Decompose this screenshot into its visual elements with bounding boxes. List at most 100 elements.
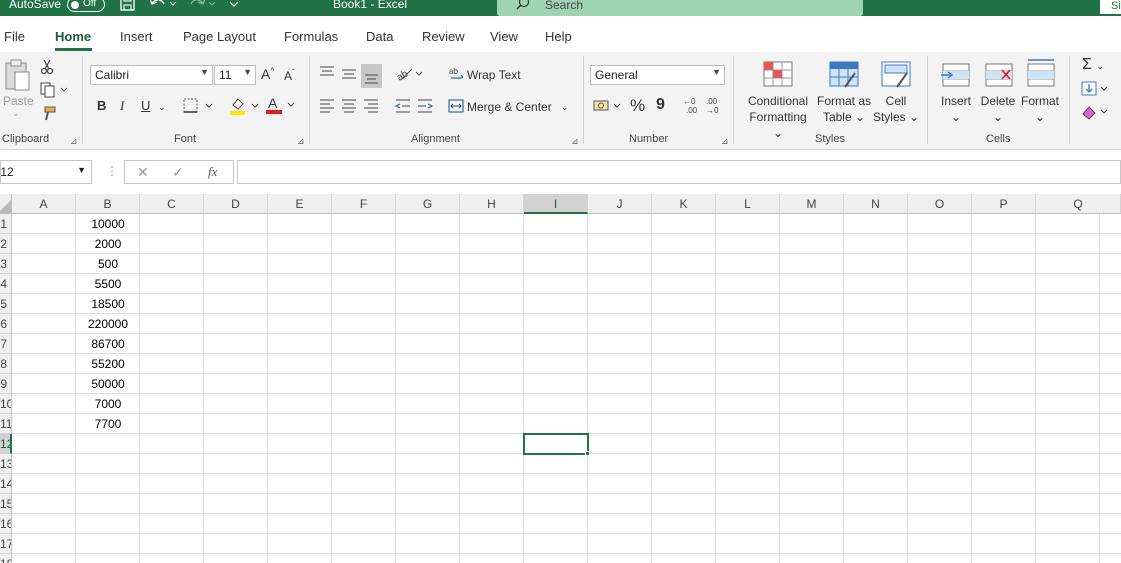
tab-home[interactable]: Home [55,29,91,44]
accounting-format-icon[interactable] [593,98,623,117]
row-header-18[interactable]: 18 [0,554,12,563]
indent-icon[interactable] [394,98,436,117]
clipboard-launcher-icon[interactable]: ⊿ [70,136,78,147]
tab-data[interactable]: Data [366,29,393,44]
column-header-e[interactable]: E [268,194,332,214]
row-header-8[interactable]: 8 [0,354,12,374]
row-header-15[interactable]: 15 [0,494,12,514]
search-box[interactable]: Search [497,0,863,16]
column-header-c[interactable]: C [140,194,204,214]
format-cells-button[interactable]: Format ⌄ [1018,93,1062,125]
cell-b6[interactable]: 220000 [76,314,140,334]
column-header-h[interactable]: H [460,194,524,214]
cell-b2[interactable]: 2000 [76,234,140,254]
cell-b1[interactable]: 10000 [76,214,140,234]
insert-cells-button[interactable]: Insert ⌄ [935,93,977,125]
enter-icon[interactable]: ✓ [172,164,184,181]
cell-b8[interactable]: 55200 [76,354,140,374]
row-header-7[interactable]: 7 [0,334,12,354]
insert-function-icon[interactable]: fx [208,164,217,180]
delete-cells-button[interactable]: Delete ⌄ [978,93,1018,125]
row-header-13[interactable]: 13 [0,454,12,474]
row-header-2[interactable]: 2 [0,234,12,254]
alignment-launcher-icon[interactable]: ⊿ [571,136,579,147]
cell-b10[interactable]: 7000 [76,394,140,414]
tab-review[interactable]: Review [422,29,465,44]
formula-bar-resize-handle[interactable]: ⋮ [106,164,118,178]
tab-help[interactable]: Help [545,29,572,44]
row-header-14[interactable]: 14 [0,474,12,494]
fill-color-icon[interactable] [229,96,263,119]
decimal-icons[interactable]: ←0.00.00 →0 [682,96,724,119]
format-as-table-icon[interactable] [829,61,859,92]
active-cell[interactable] [523,433,589,455]
cell-b9[interactable]: 50000 [76,374,140,394]
column-header-b[interactable]: B [76,194,140,214]
spreadsheet-grid[interactable]: ABCDEFGHIJKLMNOPQ12345678910111213141516… [0,194,1121,563]
row-header-5[interactable]: 5 [0,294,12,314]
save-icon[interactable] [119,0,137,15]
column-header-j[interactable]: J [588,194,652,214]
column-header-d[interactable]: D [204,194,268,214]
column-header-i[interactable]: I [524,194,588,214]
fill-icon[interactable] [1081,81,1111,100]
wrap-text-icon[interactable]: ab [449,66,465,85]
redo-icon[interactable] [187,0,217,15]
format-cells-icon[interactable] [1025,58,1057,91]
font-color-icon[interactable]: A [265,95,299,118]
font-size-select[interactable]: 11 ▼ [214,65,256,85]
sign-in-button[interactable]: Si [1100,0,1121,14]
row-header-16[interactable]: 16 [0,514,12,534]
customize-qat-icon[interactable] [228,0,240,15]
insert-cells-icon[interactable] [940,62,972,91]
increase-font-size-icon[interactable]: A^ [261,66,274,82]
cell-b4[interactable]: 5500 [76,274,140,294]
font-launcher-icon[interactable]: ⊿ [297,136,305,147]
orientation-icon[interactable]: ab [395,66,425,85]
clear-icon[interactable] [1081,104,1111,123]
row-header-4[interactable]: 4 [0,274,12,294]
underline-dropdown-icon[interactable]: ⌄ [158,102,166,113]
italic-button[interactable]: I [120,98,124,114]
delete-cells-icon[interactable] [983,62,1015,91]
tab-page-layout[interactable]: Page Layout [183,29,256,44]
cut-icon[interactable] [40,59,54,78]
cell-b7[interactable]: 86700 [76,334,140,354]
row-header-1[interactable]: 1 [0,214,12,234]
wrap-text-button[interactable]: Wrap Text [467,68,521,82]
paste-button[interactable]: Paste [3,94,34,108]
formula-input[interactable] [237,160,1121,184]
format-as-table-button[interactable]: Format as Table ⌄ [815,93,873,125]
column-header-f[interactable]: F [332,194,396,214]
cancel-icon[interactable]: ✕ [137,164,149,181]
autosave-toggle[interactable]: Off [67,0,105,12]
merge-center-icon[interactable] [448,98,464,117]
cell-b5[interactable]: 18500 [76,294,140,314]
percent-style-button[interactable]: % [630,96,645,116]
cell-styles-icon[interactable] [881,61,911,92]
merge-center-button[interactable]: Merge & Center [467,100,552,114]
cell-b11[interactable]: 7700 [76,414,140,434]
row-header-17[interactable]: 17 [0,534,12,554]
column-header-a[interactable]: A [12,194,76,214]
tab-view[interactable]: View [490,29,518,44]
cell-styles-button[interactable]: Cell Styles ⌄ [872,93,920,125]
merge-dropdown-icon[interactable]: ⌄ [561,102,569,113]
row-header-12[interactable]: 12 [0,434,12,454]
bold-button[interactable]: B [97,98,106,113]
row-header-10[interactable]: 10 [0,394,12,414]
undo-icon[interactable] [148,0,178,15]
align-left-icon[interactable] [318,98,382,117]
column-header-p[interactable]: P [972,194,1036,214]
fill-handle[interactable] [585,451,590,456]
row-header-3[interactable]: 3 [0,254,12,274]
column-header-n[interactable]: N [844,194,908,214]
column-header-m[interactable]: M [780,194,844,214]
tab-insert[interactable]: Insert [120,29,153,44]
column-header-q[interactable]: Q [1036,194,1121,214]
column-header-l[interactable]: L [716,194,780,214]
cell-b3[interactable]: 500 [76,254,140,274]
borders-icon[interactable] [183,98,215,117]
row-header-9[interactable]: 9 [0,374,12,394]
column-header-o[interactable]: O [908,194,972,214]
